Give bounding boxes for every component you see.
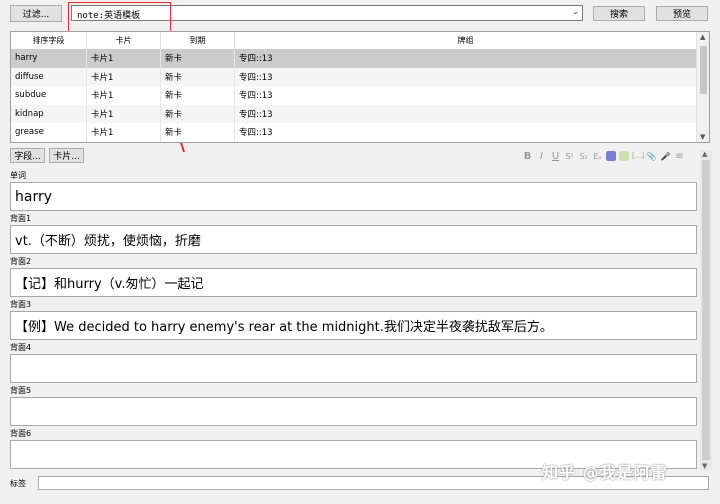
field-back1[interactable]: vt.（不断）烦扰，使烦恼，折磨	[10, 225, 697, 254]
fields-button[interactable]: 字段...	[10, 148, 45, 163]
cell-sort-field: diffuse	[11, 67, 87, 86]
editor-scrollbar[interactable]: ▲ ▼	[700, 150, 712, 470]
cell-sort-field: subdue	[11, 86, 87, 105]
cell-deck: 专四::13	[235, 104, 697, 123]
field-label-word: 单词	[10, 171, 26, 180]
tags-label: 标签	[10, 479, 26, 488]
cell-deck: 专四::13	[235, 49, 697, 68]
scroll-up-icon[interactable]: ▲	[702, 150, 707, 158]
highlight-icon[interactable]	[619, 151, 629, 161]
cell-card: 卡片1	[87, 86, 161, 105]
table-body: harry 卡片1 新卡 专四::13 diffuse 卡片1 新卡 专四::1…	[11, 49, 697, 142]
cell-card: 卡片1	[87, 49, 161, 68]
field-label-back6: 背面6	[10, 429, 32, 438]
table-header: 排序字段 卡片 到期 牌组	[11, 32, 697, 49]
column-header-due[interactable]: 到期	[161, 32, 235, 49]
cell-card: 卡片1	[87, 123, 161, 142]
field-label-back5: 背面5	[10, 386, 32, 395]
format-toolbar: B I U S² S₂ Eₓ [...] 📎 🎤 ≡	[522, 149, 685, 163]
field-word[interactable]: harry	[10, 182, 697, 211]
cell-due: 新卡	[161, 123, 235, 142]
column-header-card[interactable]: 卡片	[87, 32, 161, 49]
italic-icon[interactable]: I	[536, 151, 547, 162]
cloze-icon[interactable]: [...]	[632, 152, 644, 160]
cell-card: 卡片1	[87, 67, 161, 86]
bold-icon[interactable]: B	[522, 151, 533, 162]
field-back3[interactable]: 【例】We decided to harry enemy's rear at t…	[10, 311, 697, 340]
cell-card: 卡片1	[87, 104, 161, 123]
scroll-thumb[interactable]	[700, 46, 707, 94]
table-row[interactable]: subdue 卡片1 新卡 专四::13	[11, 86, 697, 105]
scroll-thumb[interactable]	[702, 160, 710, 460]
clear-format-icon[interactable]: Eₓ	[592, 152, 603, 161]
scroll-up-icon[interactable]: ▲	[700, 33, 705, 41]
text-color-icon[interactable]	[606, 151, 616, 161]
field-label-back1: 背面1	[10, 214, 32, 223]
field-back5[interactable]	[10, 397, 697, 426]
table-row[interactable]: harry 卡片1 新卡 专四::13	[11, 49, 697, 68]
table-row[interactable]: diffuse 卡片1 新卡 专四::13	[11, 67, 697, 86]
record-icon[interactable]: 🎤	[660, 152, 671, 161]
underline-icon[interactable]: U	[550, 151, 561, 162]
field-back2[interactable]: 【记】和hurry（v.匆忙）一起记	[10, 268, 697, 297]
field-label-back3: 背面3	[10, 300, 32, 309]
table-row[interactable]: grease 卡片1 新卡 专四::13	[11, 123, 697, 142]
cell-deck: 专四::13	[235, 67, 697, 86]
more-icon[interactable]: ≡	[674, 151, 685, 162]
attach-icon[interactable]: 📎	[646, 152, 657, 161]
column-header-sort-field[interactable]: 排序字段	[11, 32, 87, 49]
cell-deck: 专四::13	[235, 123, 697, 142]
cell-due: 新卡	[161, 49, 235, 68]
subscript-icon[interactable]: S₂	[578, 152, 589, 161]
card-list-table: 排序字段 卡片 到期 牌组 harry 卡片1 新卡 专四::13 diffus…	[10, 31, 710, 143]
cards-button[interactable]: 卡片...	[49, 148, 84, 163]
cell-sort-field: kidnap	[11, 104, 87, 123]
watermark: 知乎 @我是阿雷	[542, 463, 668, 482]
cell-due: 新卡	[161, 86, 235, 105]
cell-deck: 专四::13	[235, 86, 697, 105]
table-row[interactable]: kidnap 卡片1 新卡 专四::13	[11, 104, 697, 123]
scroll-down-icon[interactable]: ▼	[702, 462, 707, 470]
field-back4[interactable]	[10, 354, 697, 383]
cell-due: 新卡	[161, 67, 235, 86]
field-label-back2: 背面2	[10, 257, 32, 266]
cell-due: 新卡	[161, 104, 235, 123]
field-label-back4: 背面4	[10, 343, 32, 352]
cell-sort-field: grease	[11, 123, 87, 142]
table-scrollbar[interactable]: ▲ ▼	[696, 32, 709, 142]
cell-sort-field: harry	[11, 49, 87, 68]
scroll-down-icon[interactable]: ▼	[700, 133, 705, 141]
column-header-deck[interactable]: 牌组	[235, 32, 697, 49]
superscript-icon[interactable]: S²	[564, 152, 575, 161]
